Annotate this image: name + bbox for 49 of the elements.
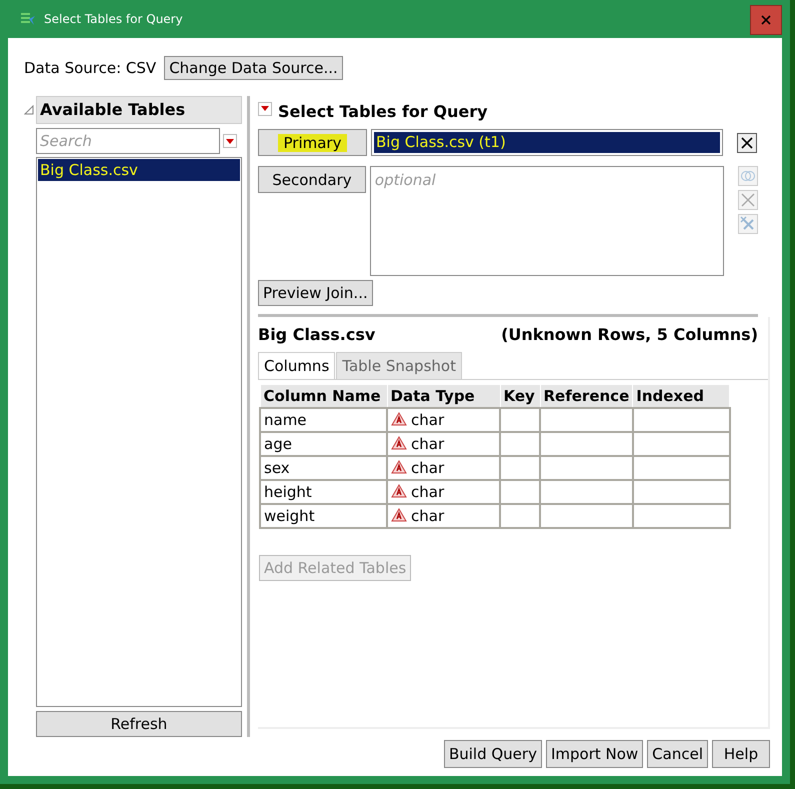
close-button[interactable]: [750, 5, 782, 35]
character-type-icon: [391, 460, 407, 475]
close-icon: [760, 14, 772, 26]
table-cell: char: [387, 456, 500, 480]
app-icon: [20, 11, 36, 27]
tab[interactable]: Columns: [258, 352, 336, 379]
collapse-triangle-icon[interactable]: [24, 105, 34, 115]
character-type-icon: [391, 412, 407, 427]
table-summary: (Unknown Rows, 5 Columns): [501, 325, 758, 344]
column-header: Indexed: [632, 384, 730, 408]
dialog-button[interactable]: Import Now: [546, 740, 644, 768]
table-name: Big Class.csv: [258, 325, 376, 344]
change-data-source-button[interactable]: Change Data Source...: [164, 56, 343, 80]
character-type-icon: [391, 436, 407, 451]
dialog-button[interactable]: Help: [712, 740, 770, 768]
window-title: Select Tables for Query: [44, 12, 184, 26]
dropdown-menu-icon[interactable]: [223, 134, 237, 148]
remove-button[interactable]: [737, 132, 757, 152]
table-list-item[interactable]: Big Class.csv: [38, 159, 240, 181]
column-header: Column Name: [260, 384, 387, 408]
column-header: Data Type: [387, 384, 500, 408]
table-cell: height: [260, 480, 387, 504]
tab[interactable]: Table Snapshot: [336, 352, 462, 379]
character-type-icon: [391, 484, 407, 499]
dialog-button[interactable]: Cancel: [647, 740, 708, 768]
table-cell: char: [387, 432, 500, 456]
table-cell: weight: [260, 504, 387, 528]
column-header: Reference: [540, 384, 633, 408]
table-cell: char: [387, 480, 500, 504]
close-icon: [740, 136, 754, 150]
panel-header: Available Tables: [36, 96, 242, 124]
table-cell: age: [260, 432, 387, 456]
placeholder-text: optional: [374, 171, 436, 189]
table-cell: sex: [260, 456, 387, 480]
table-cell: name: [260, 408, 387, 432]
dialog-button[interactable]: Build Query: [444, 740, 542, 768]
refresh-button[interactable]: Refresh: [36, 711, 242, 737]
character-type-icon: [391, 508, 407, 523]
data-source-label: Data Source: CSV: [24, 59, 156, 77]
preview-join-button[interactable]: Preview Join...: [258, 280, 373, 306]
secondary-button[interactable]: Secondary: [258, 166, 366, 193]
table-cell: char: [387, 504, 500, 528]
search-field[interactable]: Search: [36, 128, 220, 154]
section-title: Select Tables for Query: [278, 102, 488, 121]
table-cell: char: [387, 408, 500, 432]
primary-button[interactable]: Primary: [258, 129, 367, 156]
primary-table-field[interactable]: Big Class.csv (t1): [371, 129, 723, 156]
column-header: Key: [500, 384, 540, 408]
dropdown-menu-icon[interactable]: [258, 102, 272, 116]
